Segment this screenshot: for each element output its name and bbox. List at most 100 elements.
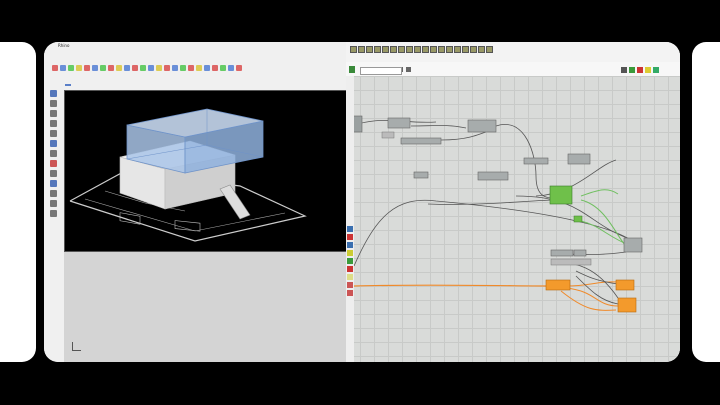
document-tab[interactable]	[360, 67, 402, 75]
toolbar-icon[interactable]	[228, 64, 234, 71]
component-icon[interactable]	[446, 46, 453, 53]
widget-icon[interactable]	[347, 250, 353, 256]
view-icon[interactable]	[406, 67, 411, 72]
component-icon[interactable]	[406, 46, 413, 53]
gh-panel-node-green[interactable]	[573, 215, 583, 223]
toolbar-icon[interactable]	[196, 64, 202, 71]
gh-component-node-orange[interactable]	[545, 279, 571, 291]
surface-tool-icon[interactable]	[49, 160, 57, 167]
toolbar-icon[interactable]	[140, 64, 146, 71]
transform-tool-icon[interactable]	[49, 190, 57, 197]
toolbar-icon[interactable]	[100, 64, 106, 71]
gh-component-node[interactable]	[567, 153, 591, 165]
widget-icon[interactable]	[347, 266, 353, 272]
rhino-side-toolbar	[48, 90, 58, 350]
component-icon[interactable]	[390, 46, 397, 53]
widget-icon[interactable]	[347, 290, 353, 296]
solid-tool-icon[interactable]	[49, 170, 57, 177]
toolbar-icon[interactable]	[108, 64, 114, 71]
widget-icon[interactable]	[347, 234, 353, 240]
toolbar-icon[interactable]	[156, 64, 162, 71]
secondary-viewport[interactable]	[64, 252, 346, 362]
preview-wire-icon[interactable]	[629, 67, 635, 73]
left-window-edge	[0, 42, 36, 362]
polygon-tool-icon[interactable]	[49, 150, 57, 157]
toolbar-icon[interactable]	[92, 64, 98, 71]
boolean-tool-icon[interactable]	[49, 200, 57, 207]
viewport-label[interactable]	[65, 84, 71, 86]
toolbar-icon[interactable]	[148, 64, 154, 71]
toolbar-icon[interactable]	[132, 64, 138, 71]
gh-component-node-orange[interactable]	[617, 297, 637, 313]
toolbar-icon[interactable]	[212, 64, 218, 71]
component-icon[interactable]	[454, 46, 461, 53]
toolbar-icon[interactable]	[164, 64, 170, 71]
toolbar-icon[interactable]	[76, 64, 82, 71]
toolbar-icon[interactable]	[84, 64, 90, 71]
gh-component-node[interactable]	[573, 249, 587, 257]
component-icon[interactable]	[486, 46, 493, 53]
preview-off-icon[interactable]	[621, 67, 627, 73]
component-icon[interactable]	[350, 46, 357, 53]
gh-component-node[interactable]	[387, 117, 411, 129]
building-model[interactable]	[65, 91, 347, 251]
mesh-tool-icon[interactable]	[49, 180, 57, 187]
toolbar-icon[interactable]	[180, 64, 186, 71]
widget-icon[interactable]	[347, 242, 353, 248]
preview-selected-icon[interactable]	[645, 67, 651, 73]
component-icon[interactable]	[438, 46, 445, 53]
gh-component-node[interactable]	[550, 258, 592, 266]
toolbar-icon[interactable]	[204, 64, 210, 71]
toolbar-icon[interactable]	[116, 64, 122, 71]
dimension-tool-icon[interactable]	[49, 210, 57, 217]
toolbar-icon[interactable]	[188, 64, 194, 71]
gh-component-node[interactable]	[467, 119, 497, 133]
line-tool-icon[interactable]	[49, 110, 57, 117]
toolbar-icon[interactable]	[60, 64, 66, 71]
component-icon[interactable]	[382, 46, 389, 53]
gh-panel-node-green[interactable]	[549, 185, 573, 205]
select-tool-icon[interactable]	[49, 90, 57, 97]
toolbar-icon[interactable]	[124, 64, 130, 71]
component-icon[interactable]	[358, 46, 365, 53]
perspective-viewport[interactable]	[64, 84, 348, 252]
component-icon[interactable]	[478, 46, 485, 53]
widget-icon[interactable]	[347, 258, 353, 264]
component-icon[interactable]	[398, 46, 405, 53]
widget-icon[interactable]	[347, 274, 353, 280]
gh-component-node-orange[interactable]	[615, 279, 635, 291]
component-icon[interactable]	[366, 46, 373, 53]
circle-tool-icon[interactable]	[49, 130, 57, 137]
component-icon[interactable]	[430, 46, 437, 53]
component-icon[interactable]	[422, 46, 429, 53]
rhino-title-bar: Rhino	[58, 43, 70, 48]
widget-icon[interactable]	[347, 226, 353, 232]
component-icon[interactable]	[414, 46, 421, 53]
rhino-toolbar-tabs	[44, 72, 346, 78]
gh-component-node[interactable]	[523, 157, 549, 165]
document-icon[interactable]	[349, 66, 355, 73]
preview-mesh-icon[interactable]	[653, 67, 659, 73]
gh-component-node[interactable]	[623, 237, 643, 253]
toolbar-icon[interactable]	[68, 64, 74, 71]
rectangle-tool-icon[interactable]	[49, 140, 57, 147]
gh-component-node[interactable]	[400, 137, 442, 145]
gh-component-node[interactable]	[477, 171, 509, 181]
curve-tool-icon[interactable]	[49, 120, 57, 127]
component-icon[interactable]	[470, 46, 477, 53]
toolbar-icon[interactable]	[236, 64, 242, 71]
toolbar-icon[interactable]	[220, 64, 226, 71]
grasshopper-left-strip	[346, 76, 354, 362]
gh-component-node[interactable]	[381, 131, 395, 139]
toolbar-icon[interactable]	[172, 64, 178, 71]
desktop-frame: Rhino	[44, 42, 680, 362]
component-icon[interactable]	[462, 46, 469, 53]
toolbar-icon[interactable]	[52, 64, 58, 71]
point-tool-icon[interactable]	[49, 100, 57, 107]
preview-shaded-icon[interactable]	[637, 67, 643, 73]
component-icon[interactable]	[374, 46, 381, 53]
grasshopper-canvas[interactable]	[346, 76, 680, 362]
gh-component-node[interactable]	[550, 249, 574, 257]
gh-component-node[interactable]	[413, 171, 429, 179]
widget-icon[interactable]	[347, 282, 353, 288]
